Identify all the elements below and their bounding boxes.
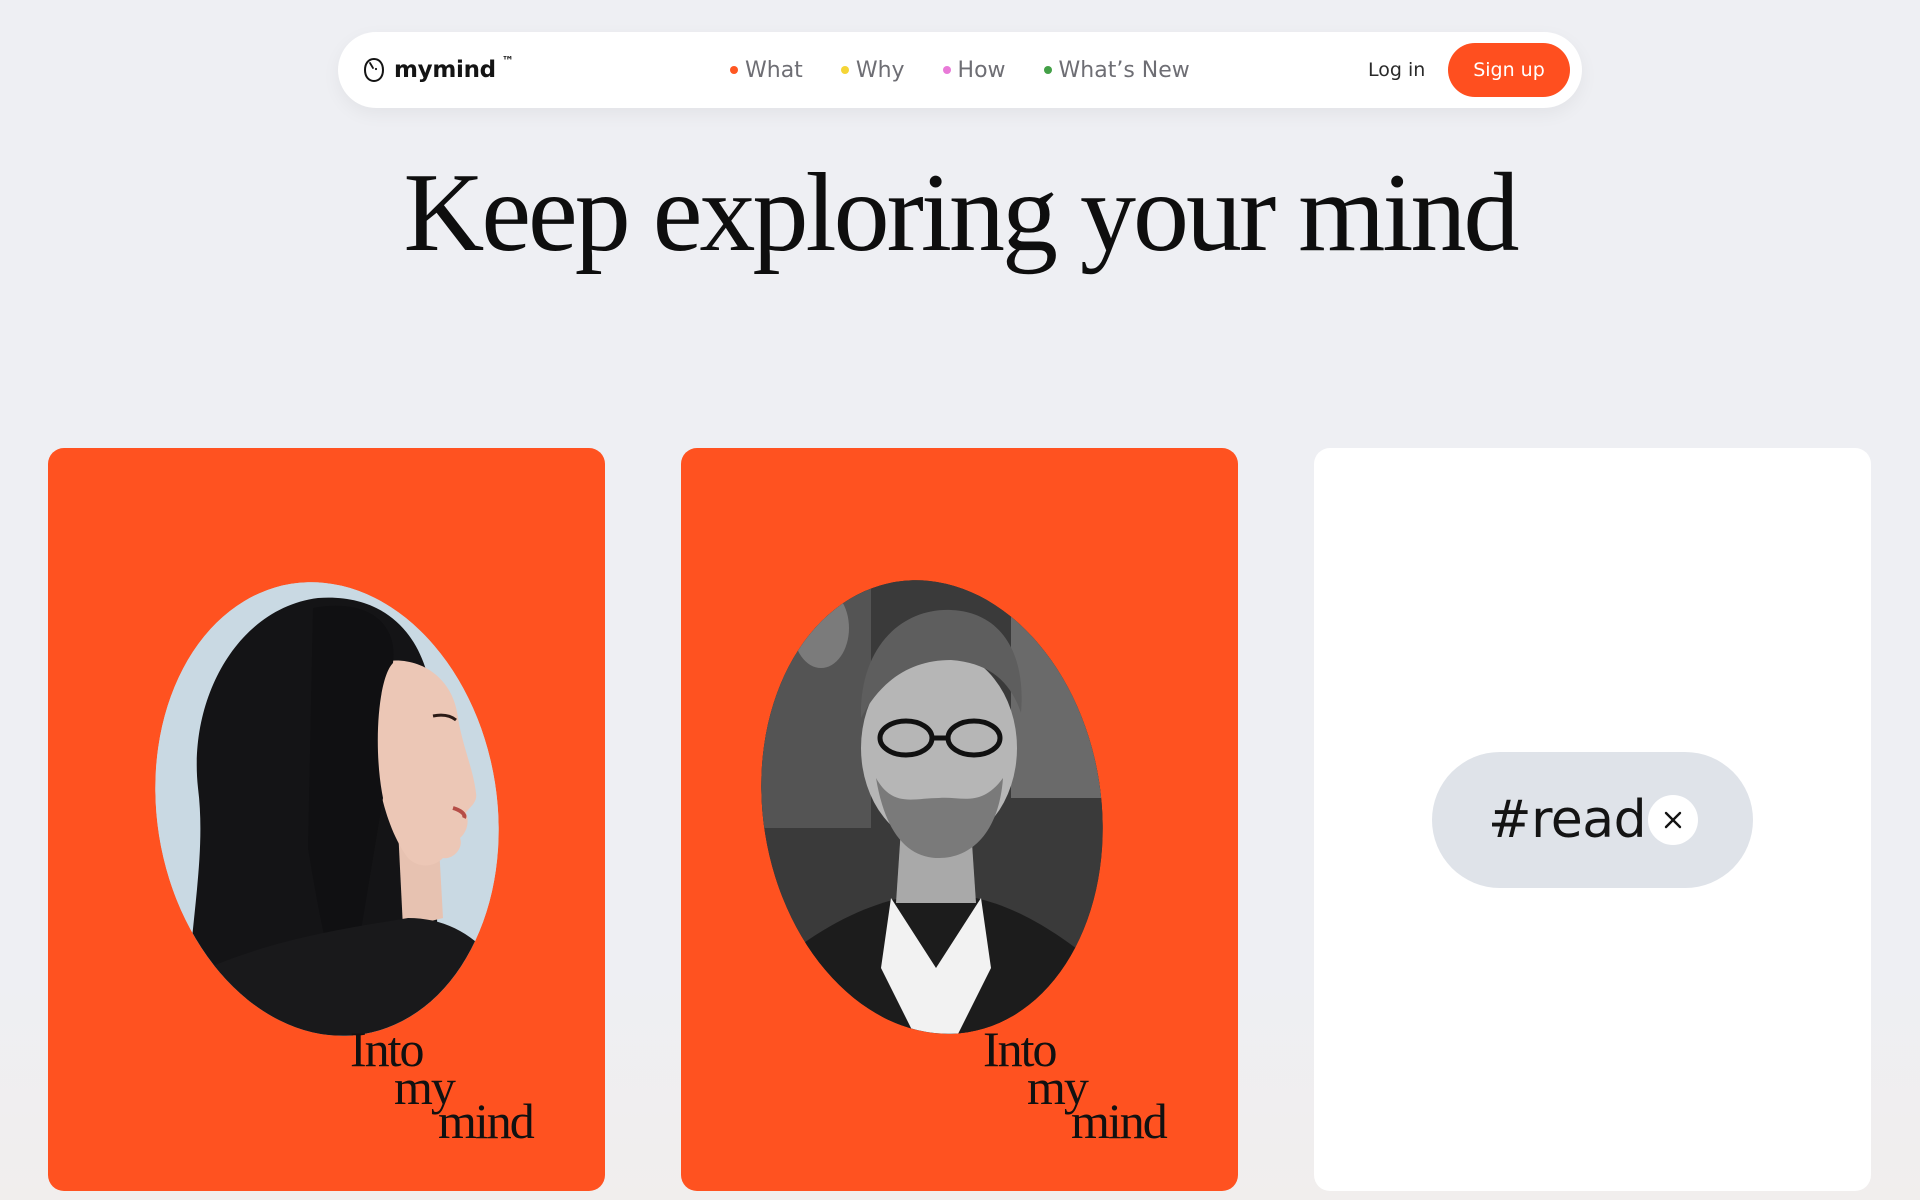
mymind-logo-icon bbox=[363, 57, 385, 83]
nav-link-why[interactable]: Why bbox=[840, 57, 905, 83]
top-navbar: mymind ™ What Why How What’s New Log in … bbox=[338, 32, 1582, 108]
card-into-my-mind-1[interactable]: Into my mind bbox=[48, 448, 605, 1191]
card-title: Into my mind bbox=[350, 1024, 580, 1158]
login-link[interactable]: Log in bbox=[1368, 32, 1425, 108]
tag-label: #read bbox=[1488, 790, 1647, 850]
nav-dot-icon bbox=[730, 66, 738, 74]
nav-link-what[interactable]: What bbox=[730, 58, 803, 83]
nav-link-label: What’s New bbox=[1058, 57, 1190, 83]
card-title-line: mind bbox=[1071, 1093, 1168, 1149]
brand-home-link[interactable]: mymind ™ bbox=[362, 32, 514, 108]
tag-chip-read[interactable]: #read bbox=[1432, 752, 1753, 888]
card-title-line: mind bbox=[438, 1093, 535, 1149]
remove-tag-button[interactable] bbox=[1648, 795, 1698, 845]
nav-link-how[interactable]: How bbox=[942, 57, 1006, 83]
card-title: Into my mind bbox=[983, 1024, 1213, 1158]
nav-link-label: What bbox=[745, 57, 803, 83]
nav-dot-icon bbox=[1043, 66, 1052, 74]
card-into-my-mind-2[interactable]: Into my mind bbox=[681, 448, 1238, 1191]
page-title: Keep exploring your mind bbox=[403, 151, 1519, 275]
tag-card: #read bbox=[1314, 448, 1871, 1191]
nav-link-label: Why bbox=[855, 57, 905, 83]
nav-dot-icon bbox=[942, 66, 951, 74]
signup-button[interactable]: Sign up bbox=[1448, 43, 1570, 97]
close-icon bbox=[1664, 811, 1682, 829]
brand-name: mymind bbox=[394, 57, 496, 83]
nav-link-label: How bbox=[957, 57, 1006, 83]
nav-link-whats-new[interactable]: What’s New bbox=[1043, 57, 1190, 83]
trademark-mark: ™ bbox=[501, 54, 514, 68]
nav-links: What Why How What’s New bbox=[730, 32, 1190, 108]
nav-dot-icon bbox=[840, 66, 849, 74]
